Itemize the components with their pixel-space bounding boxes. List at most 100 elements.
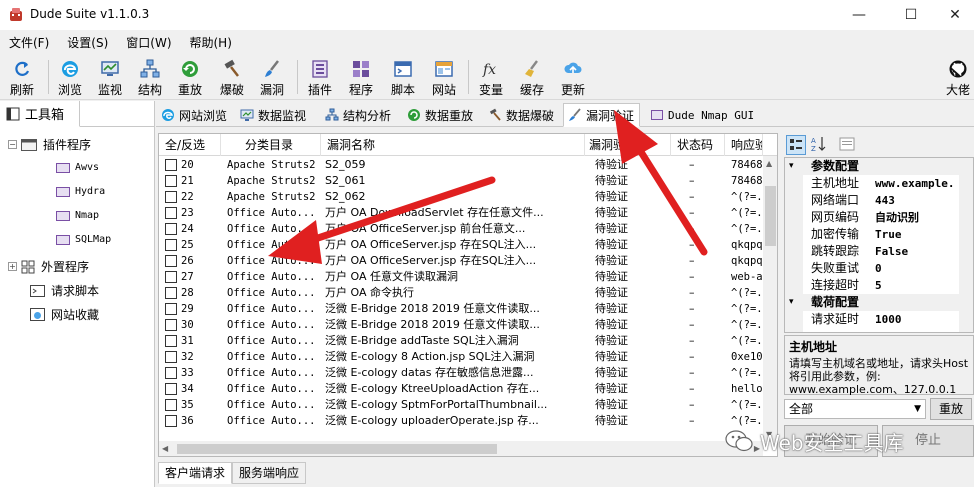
property-encoding[interactable]: 网页编码 自动识别 [785,209,973,226]
property-request-delay[interactable]: 请求延时 1000 [785,311,973,328]
collapse-icon[interactable]: − [8,140,17,149]
row-checkbox[interactable] [165,335,177,347]
table-row[interactable]: 27 Office Auto... 万户 OA 任意文件读取漏洞 待验证 – web-a [159,269,763,285]
vertical-scrollbar[interactable]: ▲ ▼ [763,156,777,442]
sort-alpha-button[interactable]: AZ [810,135,830,155]
row-checkbox[interactable] [165,319,177,331]
scroll-up-icon[interactable]: ▲ [766,159,772,168]
table-row[interactable]: 33 Office Auto... 泛微 E-cology datas 存在敏感信息… [159,365,763,381]
program-button[interactable]: 程序 [341,56,381,98]
table-row[interactable]: 30 Office Auto... 泛微 E-Bridge 2018 2019 任意… [159,317,763,333]
property-scrollbar[interactable] [959,158,973,332]
property-timeout[interactable]: 连接超时 5 [785,277,973,294]
tree-plugin-programs[interactable]: − 插件程序 [8,136,91,153]
table-row[interactable]: 34 Office Auto... 泛微 E-cology KtreeUploadA… [159,381,763,397]
row-checkbox[interactable] [165,223,177,235]
property-pages-button[interactable] [838,135,858,155]
header-select-all[interactable]: 全/反选 [159,134,221,156]
categorized-button[interactable] [786,135,806,155]
tree-external-programs[interactable]: + 外置程序 [8,258,89,275]
row-checkbox[interactable] [165,351,177,363]
row-checkbox[interactable] [165,207,177,219]
tree-request-scripts[interactable]: 请求脚本 [30,282,99,299]
tab-dude-nmap-gui[interactable]: Dude Nmap GUI [646,103,760,127]
row-checkbox[interactable] [165,271,177,283]
tab-client-request[interactable]: 客户端请求 [158,462,233,484]
brute-force-button[interactable]: 爆破 [212,56,252,98]
collapse-icon[interactable]: ▾ [789,158,794,175]
tab-data-replay[interactable]: 数据重放 [402,103,479,127]
website-button[interactable]: 网站 [424,56,464,98]
close-button[interactable]: ✕ [932,0,974,30]
menu-window[interactable]: 窗口(W) [117,34,180,51]
update-button[interactable]: 更新 [553,56,593,98]
tab-data-monitor[interactable]: 数据监视 [235,103,312,127]
row-checkbox[interactable] [165,159,177,171]
row-checkbox[interactable] [165,175,177,187]
table-row[interactable]: 21 Apache Struts2 S2_061 待验证 – 78468 [159,173,763,189]
filter-select[interactable]: 全部 ▼ [784,399,926,419]
vulnerability-button[interactable]: 漏洞 [252,56,292,98]
script-button[interactable]: 脚本 [383,56,423,98]
row-checkbox[interactable] [165,191,177,203]
tree-website-favorites[interactable]: 网站收藏 [30,306,99,323]
monitor-button[interactable]: 监视 [90,56,130,98]
tab-structure-analysis[interactable]: 结构分析 [320,103,397,127]
header-response[interactable]: 响应验 [725,134,763,156]
table-row[interactable]: 26 Office Auto... 万户 OA OfficeServer.jsp 存… [159,253,763,269]
table-row[interactable]: 32 Office Auto... 泛微 E-cology 8 Action.jsp… [159,349,763,365]
expand-icon[interactable]: + [8,262,17,271]
scroll-thumb[interactable] [765,186,776,246]
category-payload-config[interactable]: ▾ 载荷配置 [785,294,973,311]
tree-item-nmap[interactable]: Nmap [56,210,99,221]
browse-button[interactable]: 浏览 [50,56,90,98]
table-row[interactable]: 28 Office Auto... 万户 OA 命令执行 待验证 – ^(?=. [159,285,763,301]
variable-button[interactable]: fx 变量 [471,56,511,98]
collapse-icon[interactable]: ▾ [789,294,794,311]
category-param-config[interactable]: ▾ 参数配置 [785,158,973,175]
menu-file[interactable]: 文件(F) [0,34,58,51]
property-tls[interactable]: 加密传输 True [785,226,973,243]
table-row[interactable]: 23 Office Auto... 万户 OA DownloadServlet 存在… [159,205,763,221]
plugin-button[interactable]: 插件 [300,56,340,98]
table-row[interactable]: 29 Office Auto... 泛微 E-Bridge 2018 2019 任意… [159,301,763,317]
property-retry[interactable]: 失败重试 0 [785,260,973,277]
row-checkbox[interactable] [165,255,177,267]
github-button[interactable]: 大佬 [938,56,974,98]
cache-button[interactable]: 缓存 [512,56,552,98]
menu-help[interactable]: 帮助(H) [181,34,241,51]
header-vuln-name[interactable]: 漏洞名称 [321,134,585,156]
tree-item-awvs[interactable]: Awvs [56,162,99,173]
table-row[interactable]: 35 Office Auto... 泛微 E-cology SptmForPorta… [159,397,763,413]
header-verify[interactable]: 漏洞验证 [585,134,671,156]
property-host[interactable]: 主机地址 www.example. [785,175,973,192]
tab-server-response[interactable]: 服务端响应 [232,462,307,484]
tree-item-sqlmap[interactable]: SQLMap [56,234,111,245]
replay-button[interactable]: 重放 [930,398,972,420]
structure-button[interactable]: 结构 [130,56,170,98]
table-row[interactable]: 22 Apache Struts2 S2_062 待验证 – ^(?=. [159,189,763,205]
maximize-button[interactable]: ☐ [888,0,934,30]
minimize-button[interactable]: — [836,0,882,30]
row-checkbox[interactable] [165,367,177,379]
table-row[interactable]: 24 Office Auto... 万户 OA OfficeServer.jsp 前… [159,221,763,237]
tab-data-brute[interactable]: 数据爆破 [483,103,560,127]
horizontal-scrollbar[interactable]: ◀ ▶ [159,441,763,456]
row-checkbox[interactable] [165,415,177,427]
table-row[interactable]: 31 Office Auto... 泛微 E-Bridge addTaste SQL… [159,333,763,349]
replay-button[interactable]: 重放 [170,56,210,98]
tab-website-browse[interactable]: 网站浏览 [156,103,233,127]
chevron-down-icon[interactable]: ▼ [914,400,921,418]
header-status[interactable]: 状态码 [671,134,725,156]
table-row[interactable]: 25 Office Auto... 万户 OA OfficeServer.jsp 存… [159,237,763,253]
row-checkbox[interactable] [165,239,177,251]
header-category[interactable]: 分类目录 [221,134,321,156]
table-row[interactable]: 20 Apache Struts2 S2_059 待验证 – 78468 [159,157,763,173]
scroll-left-icon[interactable]: ◀ [162,444,168,453]
row-checkbox[interactable] [165,383,177,395]
scroll-thumb[interactable] [177,444,497,454]
toolbox-tab[interactable]: 工具箱 [0,101,80,127]
tab-vuln-verify[interactable]: 漏洞验证 [563,103,641,127]
menu-settings[interactable]: 设置(S) [58,34,117,51]
property-follow-redirect[interactable]: 跳转跟踪 False [785,243,973,260]
